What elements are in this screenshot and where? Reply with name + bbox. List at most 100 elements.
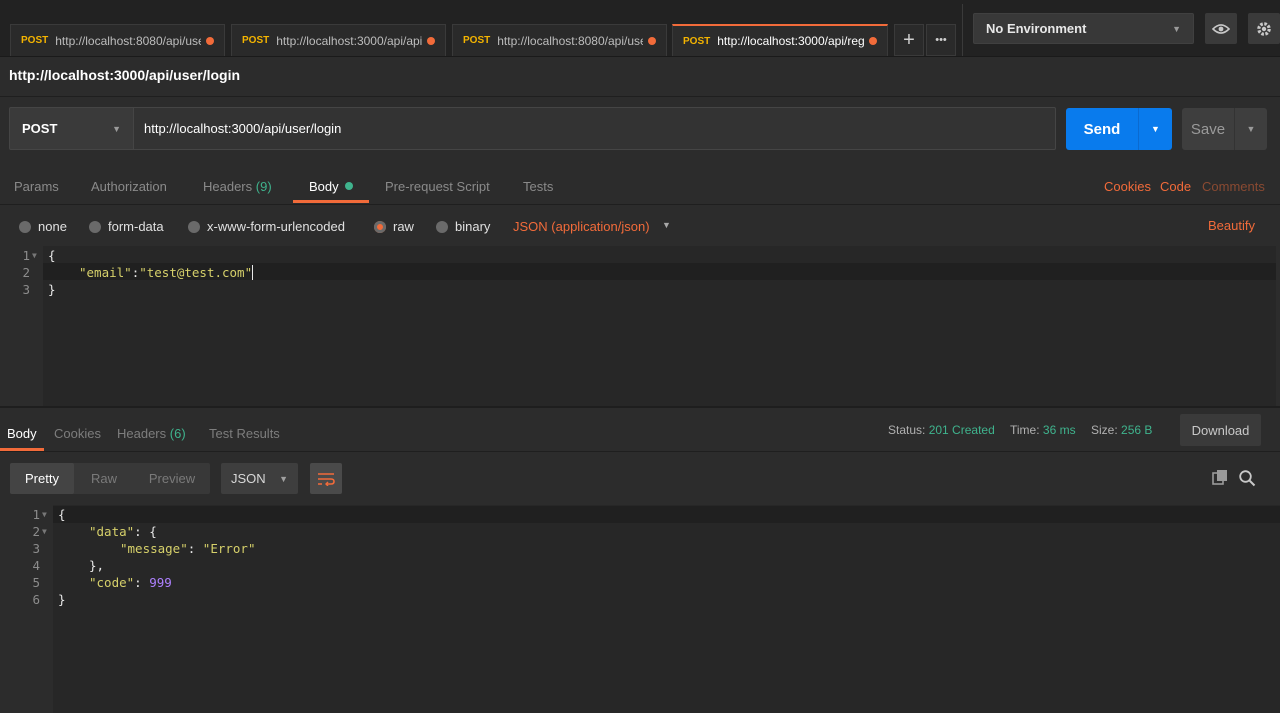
tab-method: POST <box>683 35 711 47</box>
json-colon: : <box>134 575 150 590</box>
environment-quick-look-button[interactable] <box>1205 13 1237 44</box>
tab-headers[interactable]: Headers (9) <box>203 179 272 194</box>
response-headers-count: (6) <box>169 426 186 441</box>
save-label: Save <box>1190 120 1226 138</box>
response-tab-headers[interactable]: Headers (6) <box>117 426 186 441</box>
radio-label: binary <box>455 219 491 234</box>
code-line: } <box>48 282 56 297</box>
request-tab[interactable]: POST http://localhost:3000/api/api <box>231 24 446 56</box>
size-value: 256 B <box>1121 423 1153 437</box>
code-link[interactable]: Code <box>1160 179 1191 194</box>
json-key: "message" <box>120 541 188 556</box>
json-key: "data" <box>89 524 135 539</box>
radio-label: raw <box>393 219 414 234</box>
send-options-chevron-icon[interactable]: ▼ <box>1138 108 1172 150</box>
divider <box>0 204 1280 205</box>
beautify-link[interactable]: Beautify <box>1208 218 1255 233</box>
method-select[interactable]: POST ▼ <box>9 107 133 150</box>
code-line: { <box>58 507 66 522</box>
tab-method: POST <box>21 35 49 46</box>
view-pretty-button[interactable]: Pretty <box>10 463 74 494</box>
tab-prerequest-script[interactable]: Pre-request Script <box>385 179 490 194</box>
chevron-down-icon[interactable]: ▼ <box>662 220 671 230</box>
manage-environments-button[interactable] <box>1248 13 1280 44</box>
line-number: 2 <box>22 265 30 280</box>
gear-icon <box>1257 21 1271 36</box>
fold-arrow-icon[interactable]: ▼ <box>32 251 37 260</box>
headers-count: (9) <box>255 179 272 194</box>
code-line: "code": 999 <box>89 575 172 590</box>
response-format-select[interactable]: JSON ▼ <box>221 463 298 494</box>
more-tabs-button[interactable]: ••• <box>926 24 956 56</box>
code-line: }, <box>89 558 105 573</box>
radio-circle-icon <box>436 220 448 233</box>
line-number: 5 <box>32 575 40 590</box>
fold-arrow-icon[interactable]: ▼ <box>42 527 47 536</box>
divider <box>0 451 1280 452</box>
request-body-editor[interactable]: 1 ▼ 2 3 { "email":"test@test.com" } <box>0 246 1276 406</box>
response-body-viewer[interactable]: 1 ▼ 2 ▼ 3 4 5 6 { "data": { "message": "… <box>9 505 1280 713</box>
tab-body[interactable]: Body <box>309 179 339 194</box>
response-view-toggle: Pretty Raw Preview <box>10 463 210 494</box>
wrap-lines-button[interactable] <box>310 463 342 494</box>
line-number: 3 <box>22 282 30 297</box>
body-mode-none-radio[interactable]: none <box>19 219 67 234</box>
download-button[interactable]: Download <box>1180 414 1261 446</box>
response-tab-test-results[interactable]: Test Results <box>209 426 280 441</box>
comments-link[interactable]: Comments <box>1202 179 1265 194</box>
tab-params[interactable]: Params <box>14 179 59 194</box>
response-tab-cookies[interactable]: Cookies <box>54 426 101 441</box>
body-mode-form-data-radio[interactable]: form-data <box>89 219 164 234</box>
view-preview-button[interactable]: Preview <box>134 463 210 494</box>
body-mode-binary-radio[interactable]: binary <box>436 219 490 234</box>
radio-label: form-data <box>108 219 164 234</box>
chevron-down-icon: ▼ <box>279 473 288 484</box>
wrap-lines-icon <box>318 472 335 486</box>
size-label: Size: <box>1091 423 1118 437</box>
tab-url: http://localhost:8080/api/user <box>55 33 201 48</box>
json-colon: : <box>187 541 203 556</box>
text-cursor <box>252 265 254 280</box>
environment-select[interactable]: No Environment ▼ <box>973 13 1194 44</box>
tab-headers-label: Headers <box>203 179 253 194</box>
radio-label: none <box>38 219 67 234</box>
json-string: "test@test.com" <box>139 265 253 280</box>
line-number: 6 <box>32 592 40 607</box>
plus-icon: + <box>903 28 915 51</box>
request-tab-active[interactable]: POST http://localhost:3000/api/reg <box>672 24 888 56</box>
body-mode-urlencoded-radio[interactable]: x-www-form-urlencoded <box>188 219 345 234</box>
size-readout: Size: 256 B <box>1091 423 1152 437</box>
search-icon[interactable] <box>1238 469 1256 490</box>
active-tab-indicator <box>293 200 369 203</box>
send-button[interactable]: Send ▼ <box>1066 108 1172 150</box>
request-tab[interactable]: POST http://localhost:8080/api/user <box>10 24 225 56</box>
url-input[interactable]: http://localhost:3000/api/user/login <box>133 107 1056 150</box>
pane-resize-handle[interactable] <box>0 406 1280 408</box>
tab-method: POST <box>463 35 491 46</box>
unsaved-dot-icon <box>648 36 656 45</box>
tab-authorization[interactable]: Authorization <box>91 179 167 194</box>
status-readout: Status: 201 Created <box>888 423 995 437</box>
time-readout: Time: 36 ms <box>1010 423 1076 437</box>
request-title: http://localhost:3000/api/user/login <box>9 67 241 83</box>
unsaved-dot-icon <box>206 36 214 45</box>
cookies-link[interactable]: Cookies <box>1104 179 1151 194</box>
body-mode-raw-radio[interactable]: raw <box>374 219 414 234</box>
tab-url: http://localhost:3000/api/reg <box>717 34 864 48</box>
status-value: 201 Created <box>928 423 995 437</box>
request-tab[interactable]: POST http://localhost:8080/api/use <box>452 24 667 56</box>
divider <box>0 96 1280 97</box>
add-tab-button[interactable]: + <box>894 24 924 56</box>
tab-tests[interactable]: Tests <box>523 179 553 194</box>
response-tab-body[interactable]: Body <box>7 426 37 441</box>
save-button[interactable]: Save ▼ <box>1182 108 1267 150</box>
save-options-chevron-icon[interactable]: ▼ <box>1234 108 1267 150</box>
copy-icon[interactable] <box>1211 469 1229 490</box>
tab-bar: POST http://localhost:8080/api/user POST… <box>0 0 1280 57</box>
view-raw-button[interactable]: Raw <box>74 463 134 494</box>
fold-arrow-icon[interactable]: ▼ <box>42 510 47 519</box>
json-punct: : { <box>134 524 157 539</box>
raw-type-select[interactable]: JSON (application/json) <box>513 219 650 234</box>
method-label: POST <box>22 121 58 136</box>
radio-circle-icon <box>19 220 31 233</box>
